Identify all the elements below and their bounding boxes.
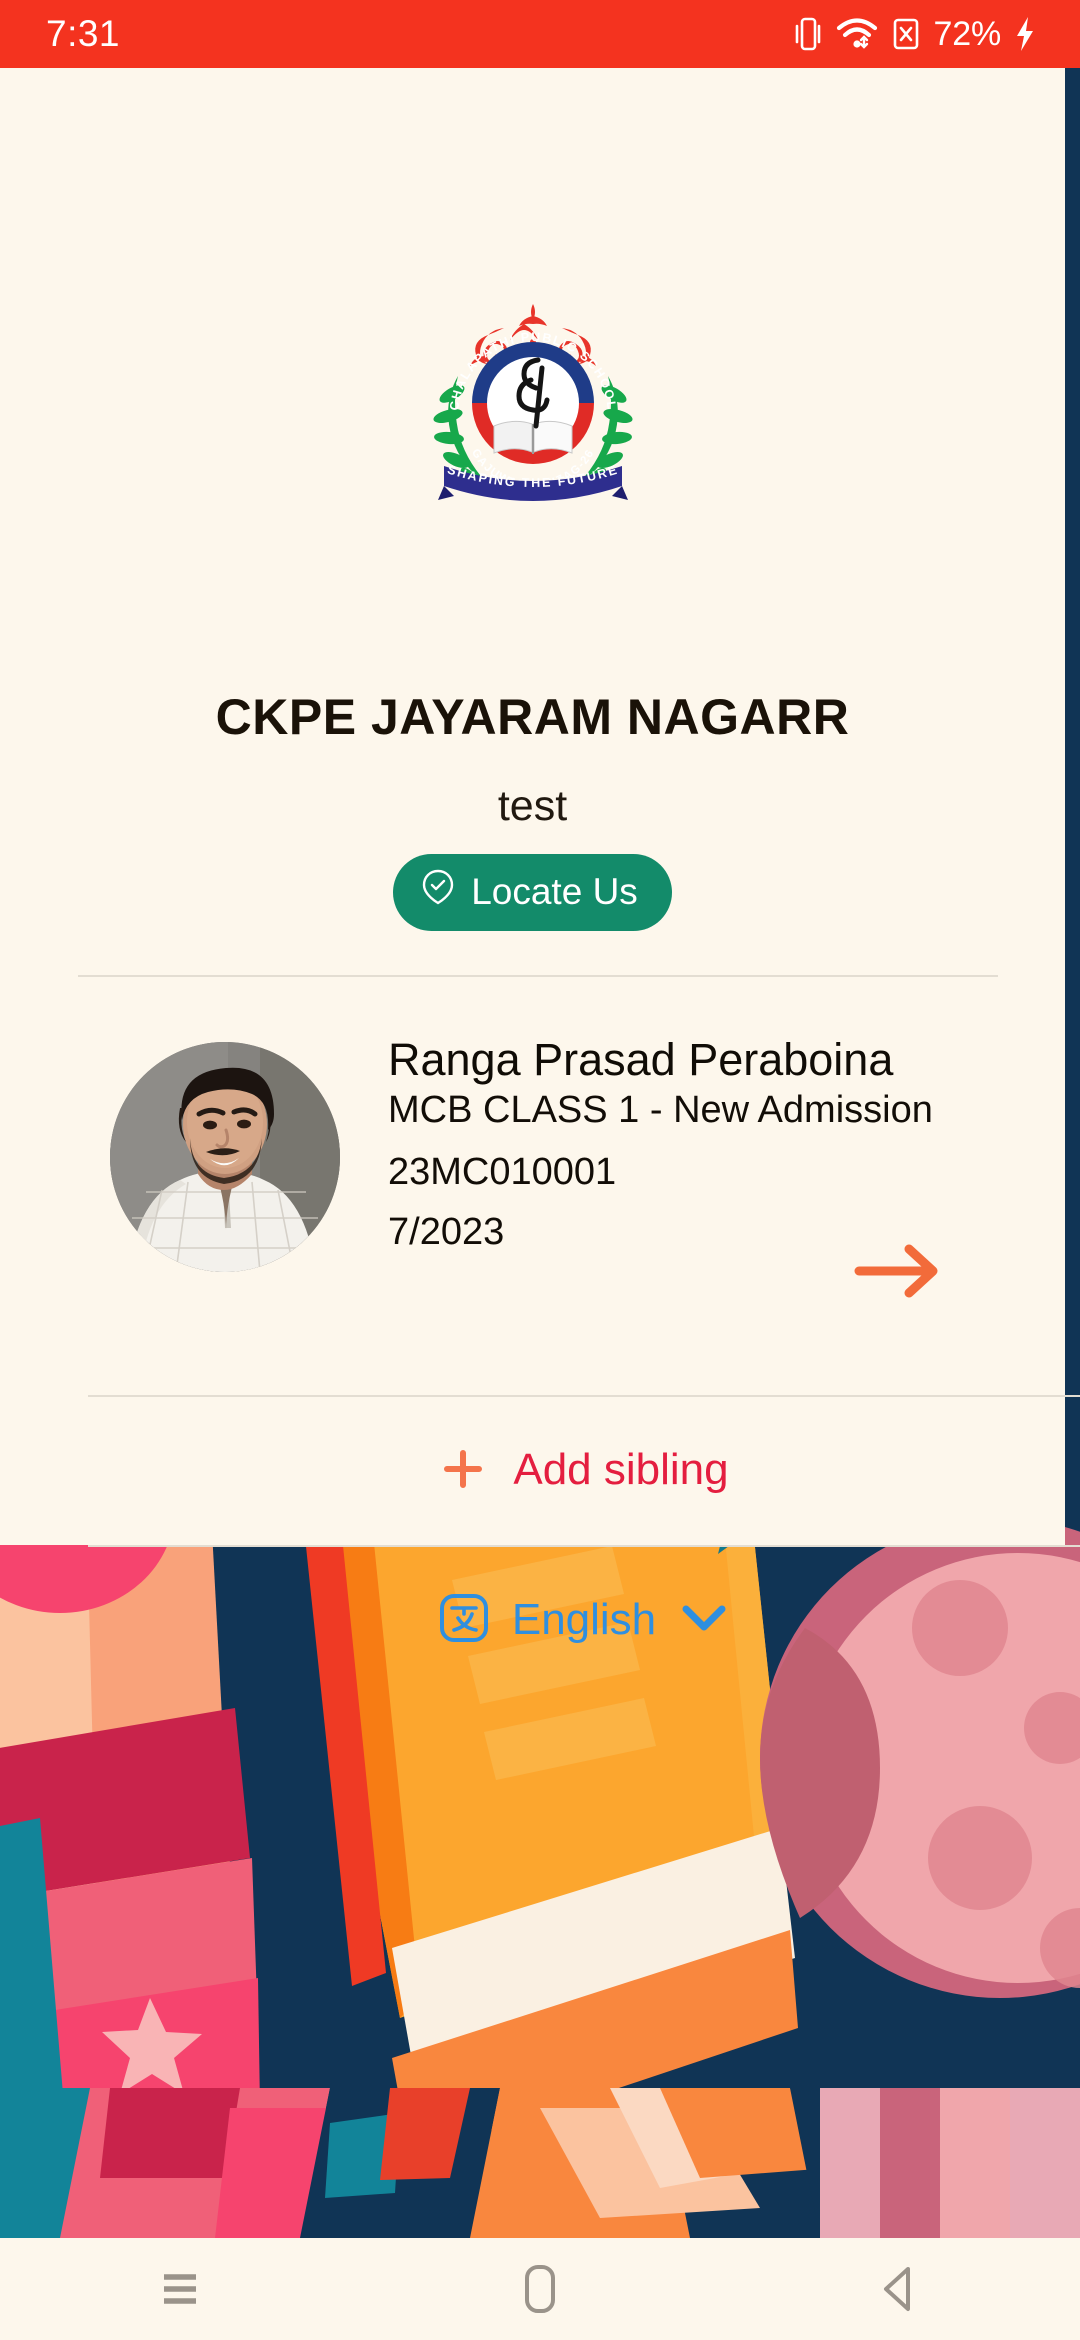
locate-us-label: Locate Us	[471, 870, 638, 912]
student-details: Ranga Prasad Peraboina MCB CLASS 1 - New…	[388, 1036, 1048, 1253]
back-triangle-icon[interactable]	[810, 2238, 990, 2340]
student-date: 7/2023	[388, 1211, 505, 1254]
sim-card-off-icon	[891, 15, 921, 53]
translate-icon	[438, 1592, 490, 1647]
android-nav-bar	[0, 2238, 1080, 2340]
charging-bolt-icon	[1014, 15, 1036, 53]
school-crest-logo: CHALAPATHI PUBLIC SCHOOL GAJUWAKA, VIZAG…	[428, 298, 638, 520]
recents-menu-icon[interactable]	[90, 2238, 270, 2340]
vibrate-icon	[793, 15, 823, 53]
home-icon[interactable]	[450, 2238, 630, 2340]
avatar	[110, 1042, 340, 1272]
status-icons: 72%	[793, 15, 1036, 54]
locate-us-row: Locate Us	[0, 854, 1065, 931]
location-check-icon	[421, 868, 455, 915]
add-sibling-button[interactable]: Add sibling	[88, 1395, 1080, 1545]
page-title: CKPE JAYARAM NAGARR	[215, 689, 850, 745]
divider-top	[78, 975, 998, 977]
plus-icon	[439, 1445, 487, 1496]
app-screen: 7:31 72% CHALAPATHI PUBLIC SCHOOL GAJUW …	[0, 0, 1080, 2340]
student-admission-number: 23MC010001	[388, 1151, 617, 1194]
student-card[interactable]: Ranga Prasad Peraboina MCB CLASS 1 - New…	[0, 1036, 1065, 1326]
status-bar: 7:31 72%	[0, 0, 1080, 68]
chevron-down-icon	[678, 1601, 730, 1638]
language-selector[interactable]: English	[88, 1547, 1080, 1692]
student-class: MCB CLASS 1 - New Admission	[388, 1089, 933, 1132]
school-logo-container: CHALAPATHI PUBLIC SCHOOL GAJUWAKA, VIZAG…	[0, 298, 1065, 520]
school-subtitle: test	[497, 782, 568, 830]
arrow-right-icon[interactable]	[853, 1242, 945, 1305]
language-label: English	[511, 1594, 657, 1644]
status-time: 7:31	[46, 13, 121, 54]
student-name: Ranga Prasad Peraboina	[388, 1034, 894, 1085]
add-sibling-label: Add sibling	[513, 1445, 729, 1494]
battery-percentage: 72%	[933, 14, 1002, 53]
wifi-icon	[836, 15, 878, 53]
locate-us-button[interactable]: Locate Us	[393, 854, 672, 931]
